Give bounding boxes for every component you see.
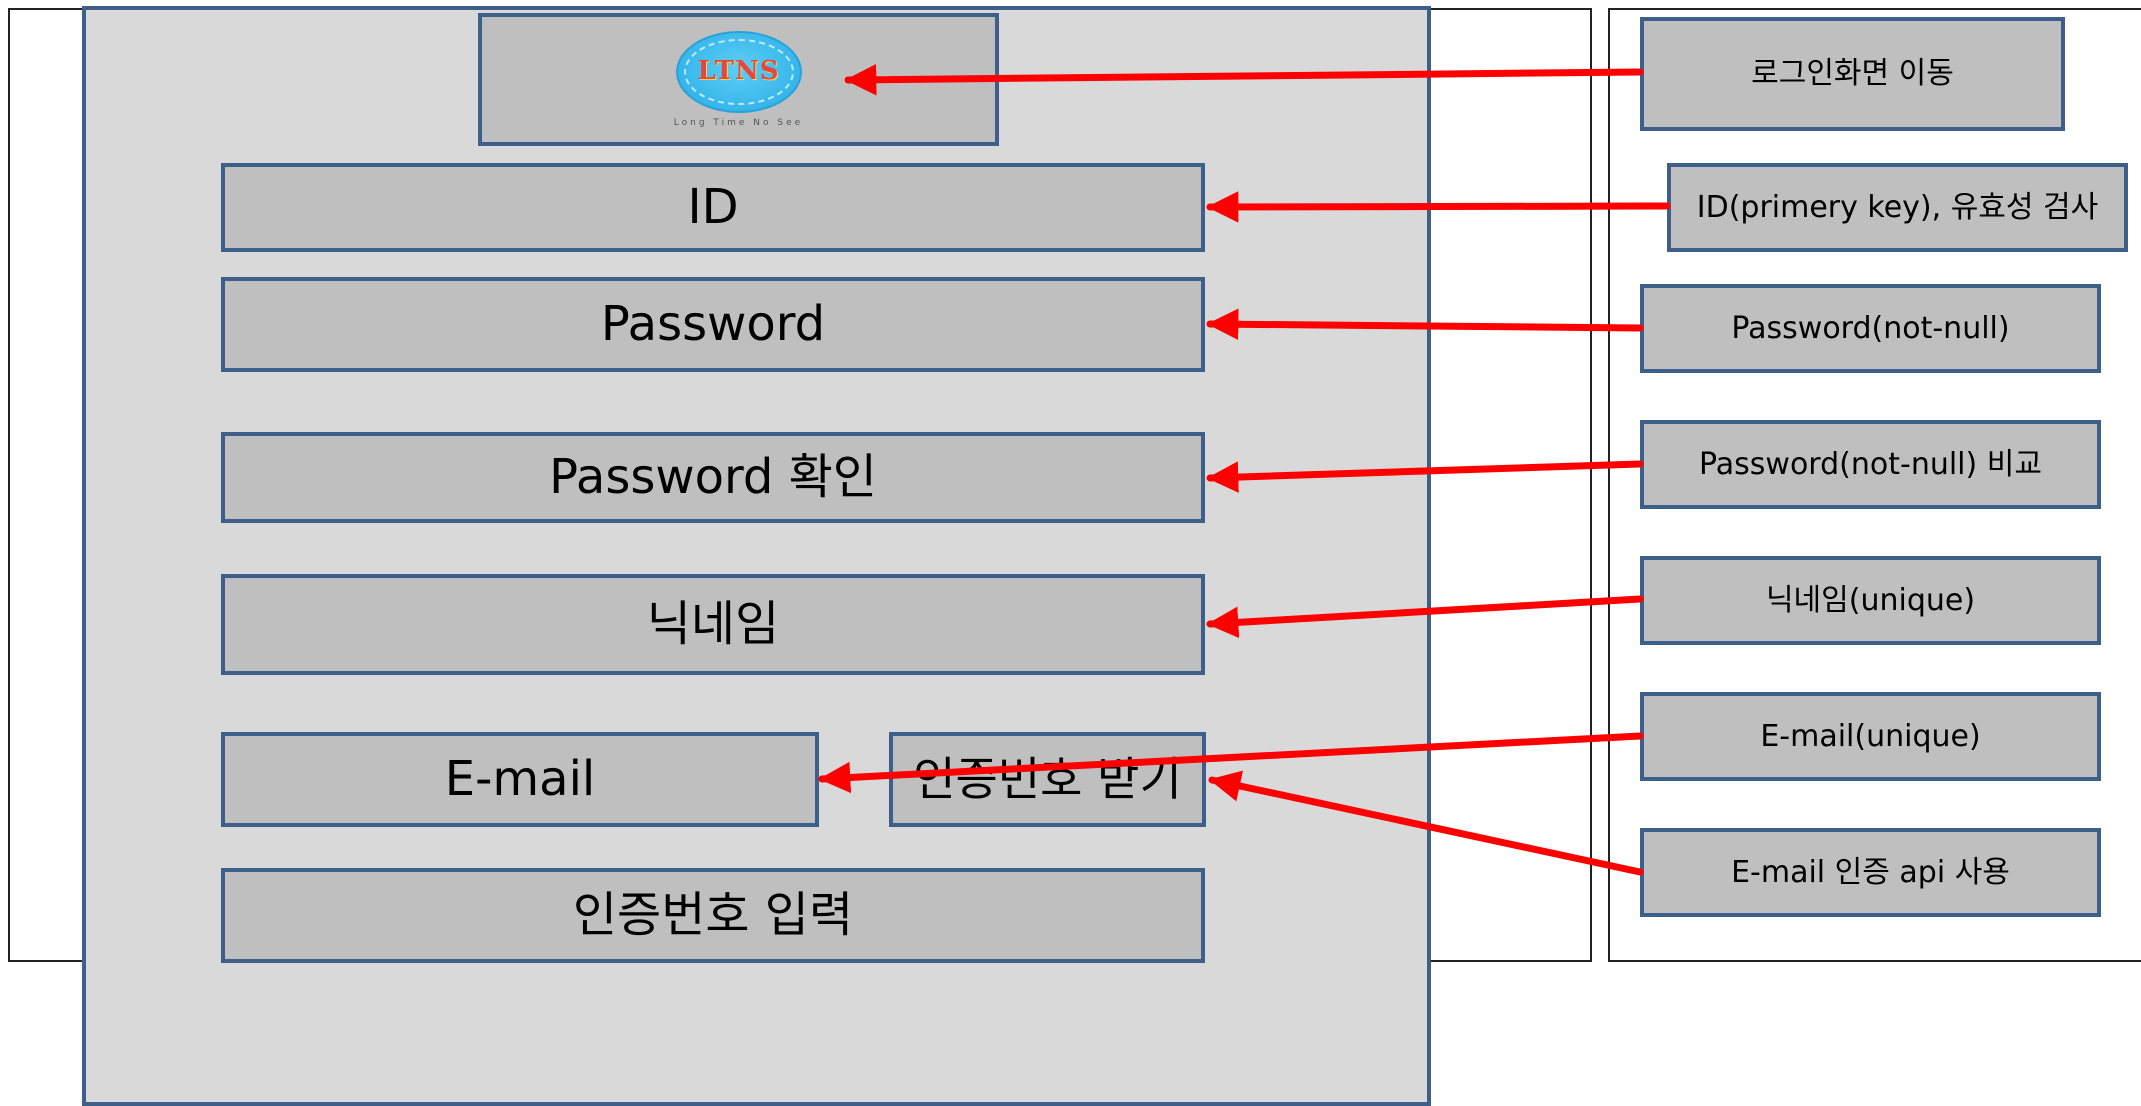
annotation-arrows [818,63,1671,876]
arrow-id [1206,191,1671,223]
logo-mark: LTNS [697,56,780,87]
arrow-nickname [1206,595,1644,639]
arrow-email-api [1208,770,1644,876]
arrow-password-confirm [1206,460,1644,493]
arrow-password [1206,308,1644,341]
arrow-login-nav [844,63,1644,96]
arrow-email [818,732,1644,794]
